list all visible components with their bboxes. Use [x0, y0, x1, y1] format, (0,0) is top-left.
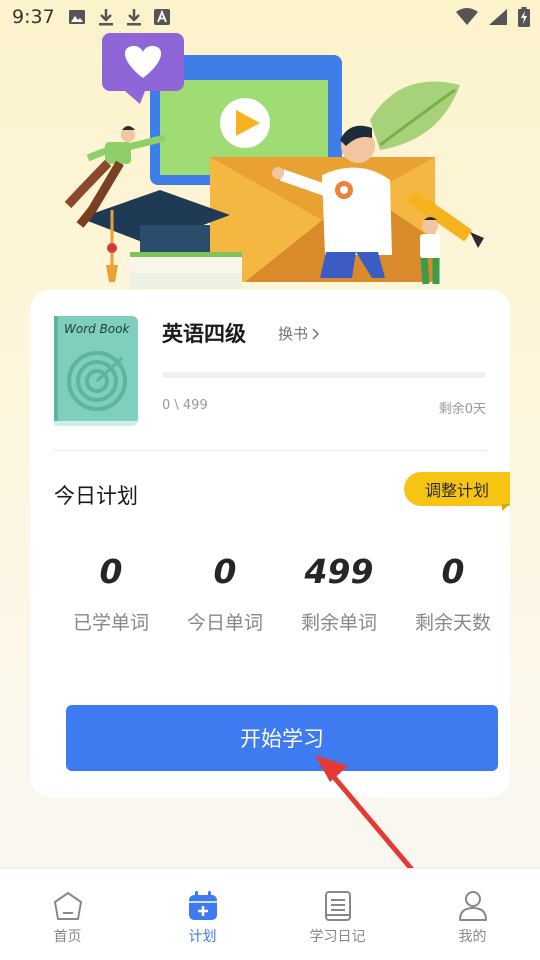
stat-label: 已学单词 [72, 612, 149, 634]
download-icon [99, 9, 113, 26]
leaf-decoration [370, 81, 460, 150]
book-cover-title: Word Book [64, 322, 130, 336]
book-cover[interactable]: Word Book [54, 316, 138, 426]
target-icon [67, 351, 127, 411]
stat-value: 0 [99, 552, 123, 591]
nav-item-plan[interactable]: 计划 [135, 869, 270, 960]
nav-item-diary[interactable]: 学习日记 [270, 869, 405, 960]
change-book-label: 换书 [278, 325, 309, 343]
download-icon [127, 9, 141, 26]
nav-label: 计划 [188, 929, 217, 945]
adjust-plan-tail [502, 504, 510, 511]
book-name: 英语四级 [162, 322, 246, 346]
font-icon [154, 9, 170, 25]
stat-value: 499 [304, 552, 374, 591]
adjust-plan-button[interactable]: 调整计划 [404, 472, 510, 506]
nav-item-home[interactable]: 首页 [0, 869, 135, 960]
nav-label: 学习日记 [309, 929, 366, 945]
stat-label: 剩余单词 [300, 612, 377, 634]
notification-icons [68, 8, 170, 26]
nav-label: 首页 [53, 929, 82, 945]
divider [54, 450, 486, 451]
book-spine [54, 316, 58, 421]
bottom-nav: 首页 计划 学习日记 我的 [0, 868, 540, 960]
diary-icon [321, 889, 355, 923]
nav-item-me[interactable]: 我的 [405, 869, 540, 960]
stat-label: 剩余天数 [414, 612, 491, 634]
stat-today-words: 0 今日单词 [168, 552, 282, 635]
stats-row: 0 已学单词 0 今日单词 499 剩余单词 0 剩余天数 [54, 552, 510, 635]
hero-illustration [64, 33, 484, 289]
wifi-icon [456, 8, 478, 25]
system-icons [456, 7, 530, 27]
stat-remaining-days: 0 剩余天数 [396, 552, 510, 635]
nav-label: 我的 [458, 929, 487, 945]
progress-count: 0 \ 499 [162, 398, 208, 413]
signal-icon [489, 9, 507, 25]
stat-label: 今日单词 [186, 612, 263, 634]
stat-learned-words: 0 已学单词 [54, 552, 168, 635]
stat-value: 0 [441, 552, 465, 591]
chevron-right-icon [312, 327, 320, 340]
calendar-plus-icon [186, 889, 220, 923]
user-icon [456, 889, 490, 923]
days-left: 剩余0天 [438, 402, 486, 417]
stat-remaining-words: 499 剩余单词 [282, 552, 396, 635]
today-plan-title: 今日计划 [54, 484, 138, 508]
plan-card: Word Book 英语四级 换书 0 \ 499 剩余0天 今日计划 调整计划… [30, 290, 510, 797]
home-icon [51, 889, 85, 923]
study-progress-bar [162, 372, 486, 378]
stat-value: 0 [213, 552, 237, 591]
change-book-button[interactable]: 换书 [278, 323, 320, 344]
status-time: 9:37 [12, 6, 55, 28]
image-icon [69, 10, 85, 24]
books-stack [130, 252, 242, 289]
battery-charging-icon [518, 7, 530, 27]
